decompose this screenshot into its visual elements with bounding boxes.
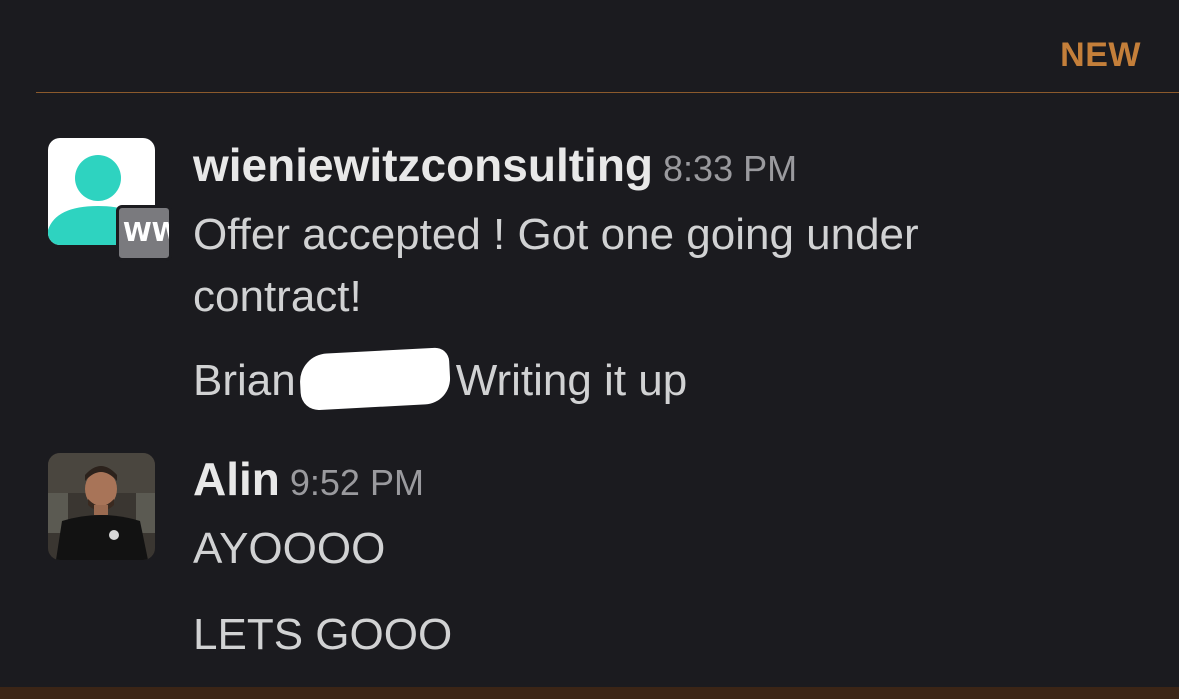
message-text-line: LETS GOOO — [193, 610, 453, 659]
message-text-line: Offer accepted ! Got one going under — [193, 210, 919, 259]
message-text-line: Brian Writing it up — [193, 347, 688, 412]
workspace-badge: WW — [116, 205, 172, 261]
author-name[interactable]: Alin — [193, 453, 280, 505]
new-messages-divider — [36, 92, 1179, 93]
bottom-edge — [0, 687, 1179, 699]
message-text: Writing it up — [455, 356, 688, 405]
message-text-line: contract! — [193, 272, 362, 321]
new-messages-label: NEW — [1060, 36, 1141, 74]
avatar-alin[interactable] — [48, 453, 155, 560]
redaction-scribble — [298, 347, 452, 411]
message-header: Alin 9:52 PM — [193, 452, 424, 506]
profile-photo — [48, 453, 155, 560]
author-name[interactable]: wieniewitzconsulting — [193, 139, 653, 191]
message-timestamp[interactable]: 9:52 PM — [290, 462, 424, 503]
message-text-line: AYOOOO — [193, 524, 386, 573]
message-timestamp[interactable]: 8:33 PM — [663, 148, 797, 189]
mention-text: Brian — [193, 356, 296, 405]
message-header: wieniewitzconsulting 8:33 PM — [193, 138, 797, 192]
